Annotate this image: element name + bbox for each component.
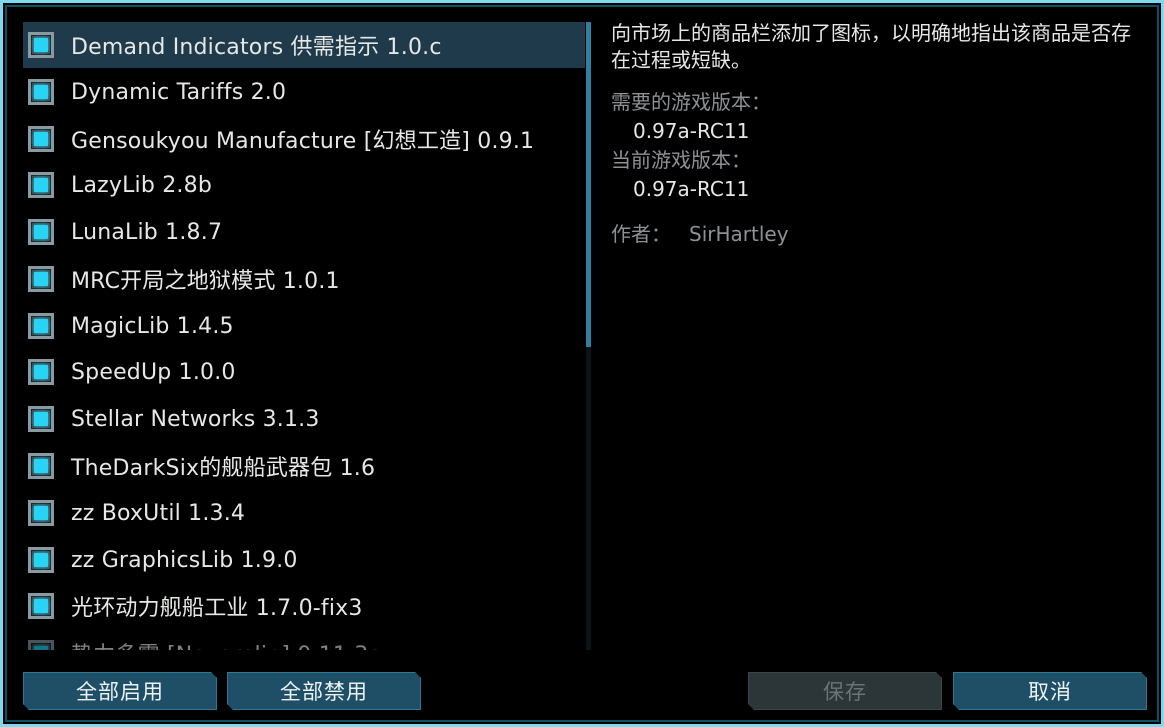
mod-list-item[interactable]: LazyLib 2.8b bbox=[23, 162, 585, 208]
mod-checkbox[interactable] bbox=[28, 313, 54, 339]
mod-checkbox[interactable] bbox=[28, 126, 54, 152]
mod-label: Gensoukyou Manufacture [幻想工造] 0.9.1 bbox=[71, 129, 535, 154]
mod-checkbox[interactable] bbox=[28, 453, 54, 479]
mod-list-scrollbar[interactable] bbox=[586, 22, 591, 650]
mod-label: 光环动力舰船工业 1.7.0-fix3 bbox=[71, 596, 363, 621]
mod-checkbox[interactable] bbox=[28, 406, 54, 432]
mod-list: Demand Indicators 供需指示 1.0.c Dynamic Tar… bbox=[23, 22, 585, 650]
mod-checkbox[interactable] bbox=[28, 640, 54, 650]
mod-checkbox[interactable] bbox=[28, 359, 54, 385]
mod-list-item[interactable]: 光环动力舰船工业 1.7.0-fix3 bbox=[23, 583, 585, 629]
required-version-value: 0.97a-RC11 bbox=[633, 119, 750, 143]
required-version-label: 需要的游戏版本： bbox=[611, 90, 771, 114]
enable-all-button[interactable]: 全部启用 bbox=[23, 672, 217, 710]
mod-list-item[interactable]: SpeedUp 1.0.0 bbox=[23, 349, 585, 395]
mod-list-item[interactable]: Demand Indicators 供需指示 1.0.c bbox=[23, 22, 585, 68]
mod-checkbox[interactable] bbox=[28, 172, 54, 198]
mod-checkbox[interactable] bbox=[28, 593, 54, 619]
mod-checkbox[interactable] bbox=[28, 79, 54, 105]
mod-list-item[interactable]: 势力多露 [Nexerelin] 0.11.3e bbox=[23, 630, 585, 650]
mod-list-item[interactable]: LunaLib 1.8.7 bbox=[23, 209, 585, 255]
cancel-button[interactable]: 取消 bbox=[953, 672, 1147, 710]
mod-checkbox[interactable] bbox=[28, 32, 54, 58]
mod-label: Dynamic Tariffs 2.0 bbox=[71, 79, 287, 105]
mod-label: Demand Indicators 供需指示 1.0.c bbox=[71, 35, 442, 60]
mod-label: LunaLib 1.8.7 bbox=[71, 219, 223, 245]
mod-checkbox[interactable] bbox=[28, 500, 54, 526]
mod-description: 向市场上的商品栏添加了图标，以明确地指出该商品是否存在过程或短缺。 bbox=[611, 21, 1131, 72]
mod-list-item[interactable]: Gensoukyou Manufacture [幻想工造] 0.9.1 bbox=[23, 116, 585, 162]
author-name: SirHartley bbox=[689, 222, 789, 246]
mod-list-item[interactable]: zz BoxUtil 1.3.4 bbox=[23, 490, 585, 536]
author-row: 作者： SirHartley bbox=[611, 220, 1141, 249]
mod-label: SpeedUp 1.0.0 bbox=[71, 359, 236, 385]
mod-label: zz GraphicsLib 1.9.0 bbox=[71, 547, 298, 573]
mod-label: 势力多露 [Nexerelin] 0.11.3e bbox=[71, 637, 382, 650]
mod-checkbox[interactable] bbox=[28, 266, 54, 292]
mod-label: MagicLib 1.4.5 bbox=[71, 313, 234, 339]
mod-checkbox[interactable] bbox=[28, 547, 54, 573]
current-version-label: 当前游戏版本： bbox=[611, 148, 751, 172]
mod-list-item[interactable]: zz GraphicsLib 1.9.0 bbox=[23, 537, 585, 583]
save-button[interactable]: 保存 bbox=[748, 672, 942, 710]
scrollbar-thumb[interactable] bbox=[586, 22, 591, 347]
mod-label: LazyLib 2.8b bbox=[71, 172, 212, 198]
mod-checkbox[interactable] bbox=[28, 219, 54, 245]
mod-label: TheDarkSix的舰船武器包 1.6 bbox=[71, 456, 376, 481]
disable-all-button[interactable]: 全部禁用 bbox=[227, 672, 421, 710]
mod-list-item[interactable]: Dynamic Tariffs 2.0 bbox=[23, 69, 585, 115]
author-label: 作者： bbox=[611, 222, 671, 246]
mod-list-item[interactable]: MRC开局之地狱模式 1.0.1 bbox=[23, 256, 585, 302]
mod-list-item[interactable]: Stellar Networks 3.1.3 bbox=[23, 396, 585, 442]
mod-label: MRC开局之地狱模式 1.0.1 bbox=[71, 269, 340, 294]
mod-list-item[interactable]: MagicLib 1.4.5 bbox=[23, 303, 585, 349]
mod-label: zz BoxUtil 1.3.4 bbox=[71, 500, 246, 526]
current-version-value: 0.97a-RC11 bbox=[633, 177, 750, 201]
mod-label: Stellar Networks 3.1.3 bbox=[71, 406, 320, 432]
mod-list-item[interactable]: TheDarkSix的舰船武器包 1.6 bbox=[23, 443, 585, 489]
mod-manager-dialog: Demand Indicators 供需指示 1.0.c Dynamic Tar… bbox=[0, 0, 1164, 727]
mod-details-panel: 向市场上的商品栏添加了图标，以明确地指出该商品是否存在过程或短缺。 需要的游戏版… bbox=[611, 20, 1141, 249]
